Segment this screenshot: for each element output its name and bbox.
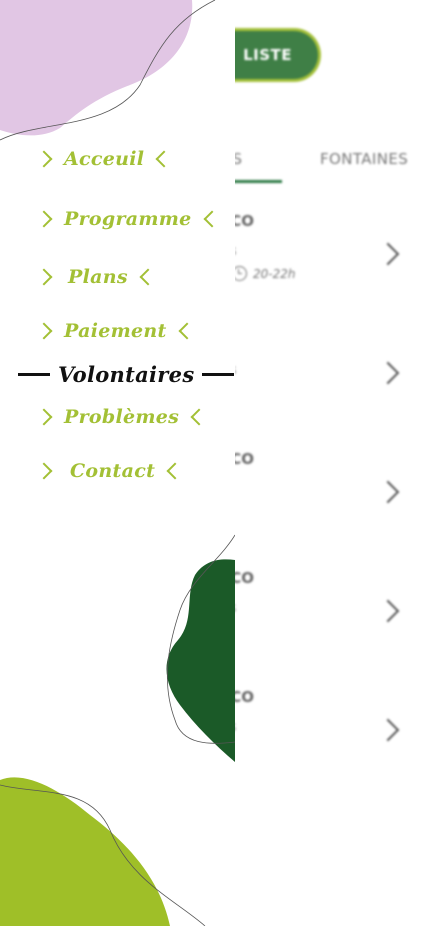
- menu-item-contact[interactable]: Contact: [35, 460, 184, 482]
- chevron-right-icon: [376, 242, 400, 266]
- chevron-right-icon: [35, 150, 53, 168]
- chevron-right-icon: [376, 599, 400, 623]
- chevron-right-icon: [35, 462, 53, 480]
- chevron-left-icon: [139, 268, 157, 286]
- menu-item-label: Volontaires: [58, 362, 195, 387]
- menu-item-problemes[interactable]: Problèmes: [35, 406, 208, 428]
- chevron-right-icon: [35, 322, 53, 340]
- menu-item-plans[interactable]: Plans: [35, 266, 157, 288]
- menu-item-paiement[interactable]: Paiement: [35, 320, 196, 342]
- chevron-left-icon: [203, 210, 221, 228]
- menu-item-label: Acceuil: [64, 148, 145, 170]
- menu-item-label: Plans: [68, 266, 128, 288]
- menu-item-acceuil[interactable]: Acceuil: [35, 148, 173, 170]
- menu-item-volontaires[interactable]: Volontaires: [18, 362, 235, 387]
- chevron-right-icon: [35, 268, 53, 286]
- tab-fontaines[interactable]: FONTAINES: [320, 150, 408, 168]
- chevron-right-icon: [376, 718, 400, 742]
- active-indicator-left: [18, 373, 50, 376]
- chevron-left-icon: [155, 150, 173, 168]
- menu-item-label: Programme: [64, 208, 192, 230]
- menu-panel: Acceuil Programme Plans Paiement Volonta…: [0, 0, 235, 926]
- chevron-left-icon: [190, 408, 208, 426]
- menu-item-programme[interactable]: Programme: [35, 208, 221, 230]
- menu-item-label: Problèmes: [64, 406, 180, 428]
- chevron-right-icon: [376, 480, 400, 504]
- chevron-right-icon: [35, 408, 53, 426]
- list-item-hours-text: 20-22h: [253, 266, 296, 281]
- chevron-left-icon: [178, 322, 196, 340]
- chevron-right-icon: [35, 210, 53, 228]
- list-item-hours: 20-22h: [232, 266, 295, 281]
- list-view-button-label: LISTE: [243, 46, 292, 64]
- active-indicator-right: [202, 373, 235, 376]
- menu-item-label: Contact: [70, 460, 156, 482]
- chevron-left-icon: [166, 462, 184, 480]
- menu-item-label: Paiement: [64, 320, 167, 342]
- chevron-right-icon: [376, 361, 400, 385]
